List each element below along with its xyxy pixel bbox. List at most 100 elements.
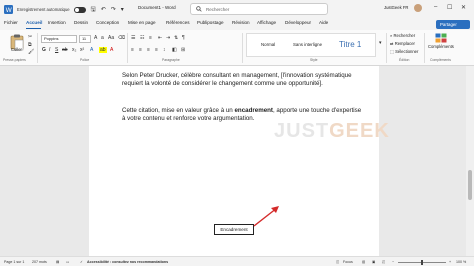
- superscript-icon[interactable]: x²: [80, 47, 84, 53]
- redo-icon[interactable]: ↷: [111, 6, 116, 13]
- tab-fichier[interactable]: Fichier: [4, 20, 18, 25]
- increase-indent-icon[interactable]: ⇥: [166, 35, 170, 41]
- group-label-add-ins: Compléments: [430, 58, 451, 62]
- menu-bar: Fichier Accueil Insertion Dessin Concept…: [0, 19, 474, 30]
- tab-mise-en-page[interactable]: Mise en page: [128, 20, 156, 25]
- zoom-slider-thumb[interactable]: [421, 259, 423, 265]
- grow-font-icon[interactable]: A: [94, 35, 97, 41]
- bullets-icon[interactable]: ☰: [131, 35, 135, 41]
- select-button[interactable]: ⬚ Sélectionner: [390, 49, 418, 54]
- svg-text:W: W: [6, 7, 12, 14]
- autosave-toggle[interactable]: [73, 6, 86, 13]
- format-painter-icon[interactable]: 🖌: [28, 49, 34, 55]
- divider: [37, 33, 38, 63]
- style-no-spacing[interactable]: Sans interligne: [293, 42, 322, 47]
- undo-icon[interactable]: ↶: [101, 6, 106, 13]
- show-formatting-icon[interactable]: ¶: [182, 35, 185, 41]
- text-predictions-icon[interactable]: ▭: [66, 260, 69, 264]
- tab-insertion[interactable]: Insertion: [48, 20, 66, 25]
- search-icon: [196, 6, 202, 12]
- maximize-icon[interactable]: ☐: [447, 4, 452, 11]
- paragraph-2[interactable]: Cette citation, mise en valeur grâce à u…: [122, 107, 362, 124]
- strikethrough-icon[interactable]: ab: [62, 47, 68, 53]
- tab-aide[interactable]: Aide: [319, 20, 328, 25]
- font-name-select[interactable]: Poppins: [41, 35, 77, 43]
- align-right-icon[interactable]: ≡: [147, 47, 150, 53]
- divider: [386, 33, 387, 63]
- style-normal[interactable]: Normal: [261, 42, 275, 47]
- font-color-icon[interactable]: A: [110, 47, 113, 53]
- justify-icon[interactable]: ≡: [155, 47, 158, 53]
- focus-mode[interactable]: Focus: [343, 260, 353, 264]
- avatar[interactable]: [414, 4, 422, 12]
- zoom-level[interactable]: 100 %: [456, 260, 466, 264]
- tab-revision[interactable]: Révision: [232, 20, 250, 25]
- zoom-out-icon[interactable]: −: [392, 260, 394, 264]
- clear-formatting-icon[interactable]: ⌫: [118, 35, 125, 41]
- spellcheck-icon[interactable]: ▤: [56, 260, 59, 264]
- vertical-scrollbar[interactable]: [466, 66, 474, 256]
- tab-conception[interactable]: Conception: [96, 20, 119, 25]
- sort-icon[interactable]: ⇅: [174, 35, 178, 41]
- tab-dessin[interactable]: Dessin: [74, 20, 88, 25]
- subscript-icon[interactable]: x₂: [72, 47, 76, 53]
- numbering-icon[interactable]: ☷: [140, 35, 144, 41]
- share-button[interactable]: Partager: [436, 20, 470, 29]
- tab-accueil[interactable]: Accueil: [26, 20, 42, 25]
- zoom-in-icon[interactable]: +: [449, 260, 451, 264]
- italic-icon[interactable]: I: [49, 47, 50, 53]
- shading-icon[interactable]: ◧: [172, 47, 177, 53]
- quick-access-dropdown-icon[interactable]: ▾: [121, 6, 124, 13]
- change-case-icon[interactable]: Aa: [108, 35, 114, 41]
- word-count[interactable]: 207 mots: [32, 260, 47, 264]
- borders-icon[interactable]: ⊞: [181, 47, 185, 53]
- font-size-select[interactable]: 11: [79, 35, 91, 43]
- align-left-icon[interactable]: ≡: [131, 47, 134, 53]
- accessibility-icon[interactable]: ✓: [80, 260, 83, 264]
- add-ins-button[interactable]: Compléments: [428, 33, 454, 49]
- callout-label-box: Encadrement: [214, 224, 254, 235]
- paragraph-1[interactable]: Selon Peter Drucker, célèbre consultant …: [122, 72, 362, 89]
- divider: [127, 33, 128, 63]
- divider: [242, 33, 243, 63]
- text-effects-icon[interactable]: A: [90, 47, 93, 53]
- tab-affichage[interactable]: Affichage: [257, 20, 276, 25]
- bold-icon[interactable]: G: [42, 47, 46, 53]
- group-label-font: Police: [80, 58, 90, 62]
- divider: [424, 33, 425, 63]
- underline-icon[interactable]: S: [55, 47, 58, 53]
- decrease-indent-icon[interactable]: ⇤: [158, 35, 162, 41]
- search-placeholder: Rechercher: [206, 6, 230, 12]
- select-label: Sélectionner: [395, 49, 419, 54]
- copy-icon[interactable]: ⧉: [28, 42, 32, 48]
- shrink-font-icon[interactable]: a: [101, 35, 104, 41]
- web-layout-icon[interactable]: ◰: [382, 260, 385, 264]
- tab-developpeur[interactable]: Développeur: [285, 20, 311, 25]
- word-app-icon: W: [4, 5, 13, 14]
- align-center-icon[interactable]: ≡: [139, 47, 142, 53]
- save-icon[interactable]: 🖫: [91, 5, 96, 15]
- search-box[interactable]: Rechercher: [190, 3, 328, 15]
- tab-references[interactable]: Références: [166, 20, 190, 25]
- styles-more-icon[interactable]: ▾: [379, 40, 382, 46]
- status-bar: Page 1 sur 1 207 mots ▤ ▭ ✓ Accessibilit…: [0, 256, 474, 266]
- cut-icon[interactable]: ✂: [28, 34, 32, 40]
- group-label-paragraph: Paragraphe: [162, 58, 180, 62]
- print-layout-icon[interactable]: ▣: [372, 260, 375, 264]
- close-icon[interactable]: ✕: [461, 4, 466, 11]
- line-spacing-icon[interactable]: ↕: [163, 47, 166, 53]
- multilevel-list-icon[interactable]: ≡: [149, 35, 152, 41]
- replace-button[interactable]: ⇄ Remplacer: [390, 41, 415, 46]
- paste-label: Coller: [11, 47, 22, 52]
- style-heading1[interactable]: Titre 1: [339, 40, 361, 49]
- find-button[interactable]: ⌕ Rechercher: [390, 33, 415, 38]
- minimize-icon[interactable]: –: [434, 4, 437, 10]
- scrollbar-thumb[interactable]: [468, 170, 472, 200]
- tab-publipostage[interactable]: Publipostage: [197, 20, 224, 25]
- accessibility-status[interactable]: Accessibilité : consultez nos recommanda…: [87, 260, 168, 264]
- read-mode-icon[interactable]: ▥: [362, 260, 365, 264]
- page-count[interactable]: Page 1 sur 1: [4, 260, 24, 264]
- user-name[interactable]: JustGeek FR: [384, 5, 408, 10]
- highlight-icon[interactable]: ab: [99, 47, 107, 53]
- focus-icon[interactable]: ◫: [336, 260, 339, 264]
